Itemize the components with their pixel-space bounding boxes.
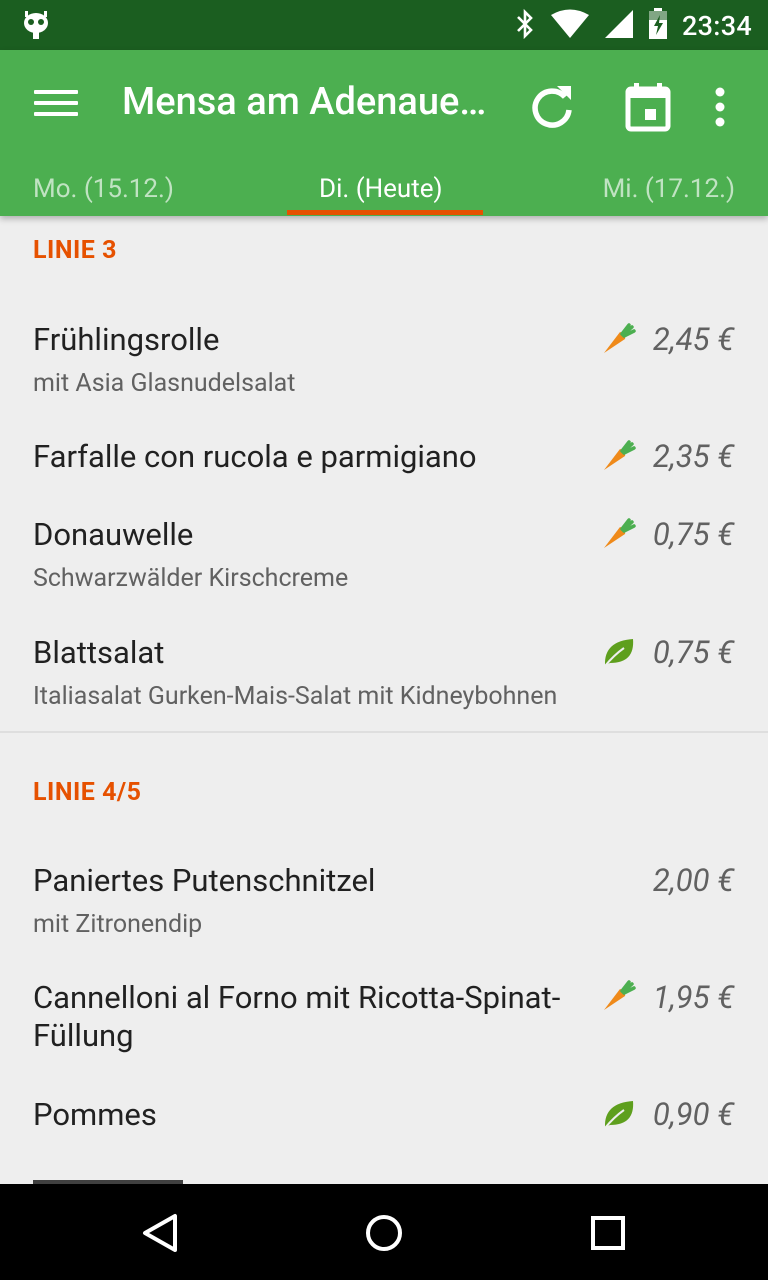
meal-item[interactable]: Cannelloni al Forno mit Ricotta-Spinat-F… — [0, 976, 768, 1076]
tab-monday[interactable]: Mo. (15.12.) — [33, 174, 174, 204]
meal-price: 2,00 € — [652, 862, 734, 899]
meal-name: Paniertes Putenschnitzel — [33, 862, 376, 899]
meal-item[interactable]: Farfalle con rucola e parmigiano 2,35 € — [0, 434, 768, 494]
meal-item[interactable]: Donauwelle Schwarzwälder Kirschcreme 0,7… — [0, 514, 768, 604]
section-header: LINIE 3 — [33, 236, 117, 265]
meal-name: Frühlingsrolle — [33, 321, 220, 358]
meal-item[interactable]: Paniertes Putenschnitzel mit Zitronendip… — [0, 860, 768, 950]
meal-name: Pommes — [33, 1096, 157, 1133]
refresh-icon[interactable] — [524, 80, 580, 136]
navigation-drawer-button[interactable] — [34, 90, 78, 124]
carrot-icon — [602, 517, 636, 551]
status-bar: 23:34 — [0, 0, 768, 50]
meal-description: Italiasalat Gurken-Mais-Salat mit Kidney… — [33, 682, 558, 711]
meal-price: 0,90 € — [652, 1096, 734, 1133]
leaf-icon — [602, 1097, 636, 1131]
calendar-icon[interactable] — [620, 80, 676, 136]
meal-price: 2,45 € — [652, 321, 734, 358]
home-icon[interactable] — [359, 1208, 409, 1258]
carrot-icon — [602, 322, 636, 356]
android-debug-icon — [22, 9, 50, 45]
meal-name: Blattsalat — [33, 634, 165, 671]
wifi-icon — [550, 9, 590, 43]
meal-name: Donauwelle — [33, 516, 194, 553]
app-bar: Mensa am Adenauerring Mo. (15.12.) Di. (… — [0, 50, 768, 216]
battery-icon — [648, 8, 668, 44]
signal-icon — [604, 9, 634, 43]
meal-item[interactable]: Pommes 0,90 € — [0, 1094, 768, 1154]
bluetooth-icon — [514, 8, 536, 44]
meal-description: mit Asia Glasnudelsalat — [33, 369, 296, 398]
meal-description: Schwarzwälder Kirschcreme — [33, 564, 349, 593]
meal-list[interactable]: LINIE 3 Frühlingsrolle mit Asia Glasnude… — [0, 216, 768, 1184]
status-time: 23:34 — [681, 10, 752, 42]
meal-name: Farfalle con rucola e parmigiano — [33, 438, 477, 475]
recents-icon[interactable] — [583, 1208, 633, 1258]
section-divider — [0, 731, 768, 733]
meal-price: 0,75 € — [652, 516, 734, 553]
tab-today[interactable]: Di. (Heute) — [319, 174, 443, 204]
leaf-icon — [602, 635, 636, 669]
meal-item[interactable]: Frühlingsrolle mit Asia Glasnudelsalat 2… — [0, 316, 768, 412]
truncated-meal-name — [33, 1180, 183, 1184]
tab-indicator — [287, 210, 483, 215]
meal-item-partial[interactable] — [0, 1174, 768, 1184]
meal-name: Cannelloni al Forno mit Ricotta-Spinat-F… — [33, 979, 561, 1054]
tab-wednesday[interactable]: Mi. (17.12.) — [603, 174, 735, 204]
meal-price: 2,35 € — [652, 438, 734, 475]
carrot-icon — [602, 439, 636, 473]
carrot-icon — [602, 979, 636, 1013]
day-tabs: Mo. (15.12.) Di. (Heute) Mi. (17.12.) — [0, 168, 768, 216]
system-navigation-bar — [0, 1184, 768, 1280]
section-header: LINIE 4/5 — [33, 778, 142, 807]
meal-description: mit Zitronendip — [33, 910, 203, 939]
meal-price: 0,75 € — [652, 634, 734, 671]
meal-item[interactable]: Blattsalat Italiasalat Gurken-Mais-Salat… — [0, 632, 768, 722]
app-title: Mensa am Adenauerring — [122, 80, 494, 124]
overflow-menu-icon[interactable] — [692, 80, 748, 136]
back-icon[interactable] — [135, 1208, 185, 1258]
meal-price: 1,95 € — [652, 979, 734, 1016]
